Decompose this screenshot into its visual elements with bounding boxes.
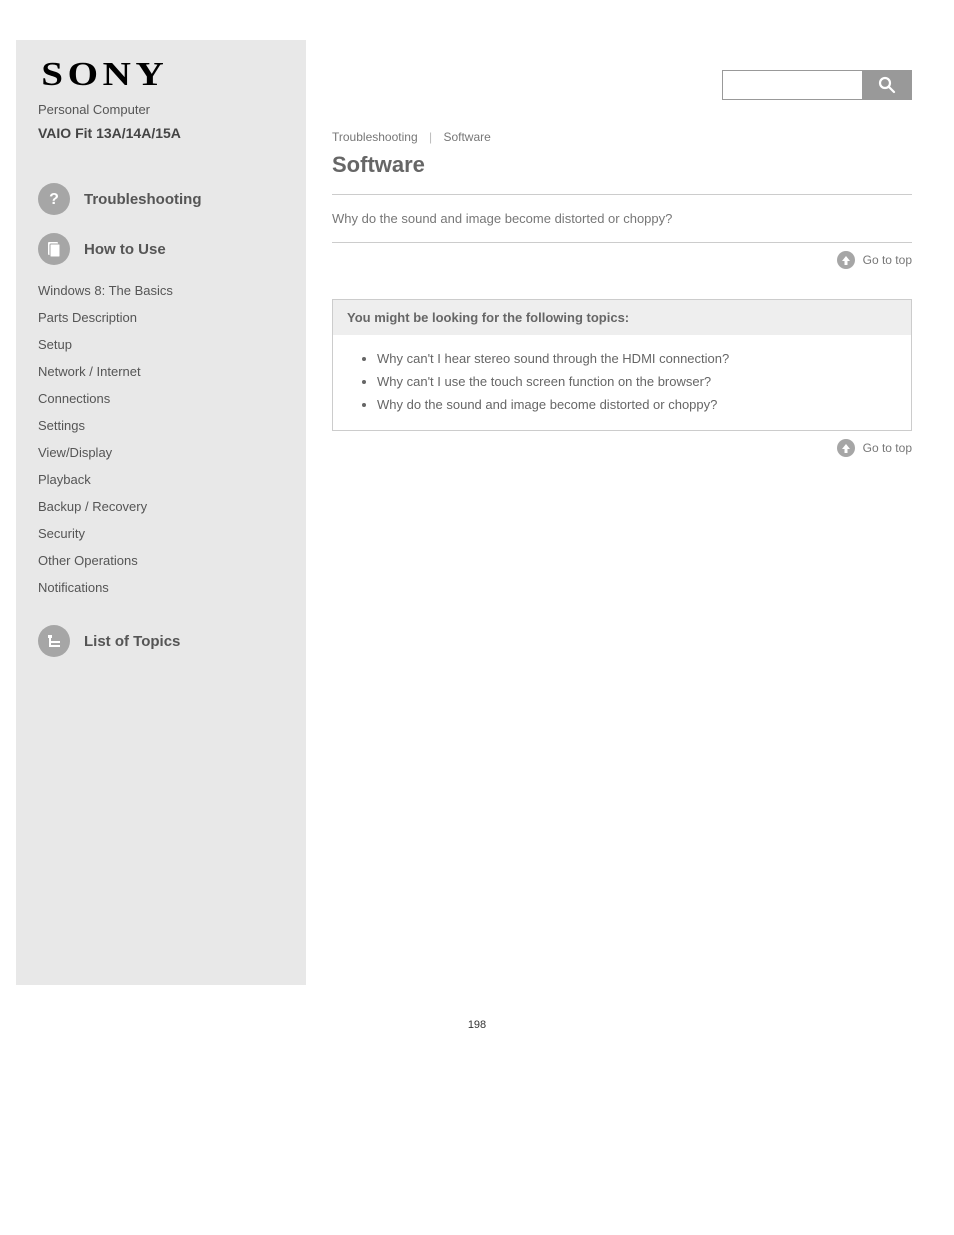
section-how-to-use[interactable]: How to Use [16, 227, 306, 271]
sidebar: SONY Personal Computer VAIO Fit 13A/14A/… [16, 40, 306, 985]
related-item[interactable]: Why can't I hear stereo sound through th… [377, 347, 883, 370]
page-number: 198 [0, 985, 954, 1049]
nav-item-setup[interactable]: Setup [16, 331, 306, 358]
nav-item-windows8[interactable]: Windows 8: The Basics [16, 277, 306, 304]
search-box [722, 70, 912, 100]
brand-logo: SONY [16, 56, 350, 100]
main-content: Troubleshooting | Software Software Why … [306, 40, 938, 985]
go-to-top[interactable]: Go to top [332, 431, 912, 457]
breadcrumb-left[interactable]: Troubleshooting [332, 130, 418, 144]
related-heading: You might be looking for the following t… [333, 300, 911, 335]
nav-item-backup[interactable]: Backup / Recovery [16, 493, 306, 520]
topbar [332, 40, 912, 130]
nav-item-notifications[interactable]: Notifications [16, 574, 306, 601]
nav-item-settings[interactable]: Settings [16, 412, 306, 439]
search-button[interactable] [862, 70, 912, 100]
section-title: List of Topics [84, 633, 180, 650]
nav-item-connections[interactable]: Connections [16, 385, 306, 412]
svg-text:?: ? [49, 191, 59, 208]
search-input[interactable] [722, 70, 862, 100]
breadcrumb: Troubleshooting | Software [332, 130, 912, 144]
book-icon [38, 233, 70, 265]
section-troubleshooting[interactable]: ? Troubleshooting [16, 177, 306, 221]
nav-list-howto: Windows 8: The Basics Parts Description … [16, 277, 306, 601]
section-title: Troubleshooting [84, 191, 202, 208]
nav-item-network[interactable]: Network / Internet [16, 358, 306, 385]
search-icon [877, 75, 897, 95]
product-name: Personal Computer [16, 100, 306, 125]
nav-item-other[interactable]: Other Operations [16, 547, 306, 574]
go-to-top[interactable]: Go to top [332, 243, 912, 269]
related-body: Why can't I hear stereo sound through th… [333, 335, 911, 430]
nav-item-view[interactable]: View/Display [16, 439, 306, 466]
arrow-up-icon [837, 439, 855, 457]
product-model: VAIO Fit 13A/14A/15A [16, 125, 306, 177]
go-to-top-label: Go to top [863, 441, 912, 455]
breadcrumb-right[interactable]: Software [443, 130, 490, 144]
related-topics: You might be looking for the following t… [332, 299, 912, 431]
topic-link-row[interactable]: Why do the sound and image become distor… [332, 195, 912, 242]
nav-item-playback[interactable]: Playback [16, 466, 306, 493]
section-list-of-topics[interactable]: List of Topics [16, 619, 306, 663]
page-title: Software [332, 152, 912, 178]
nav-item-parts[interactable]: Parts Description [16, 304, 306, 331]
section-title: How to Use [84, 241, 166, 258]
tree-icon [38, 625, 70, 657]
topic-link-text: Why do the sound and image become distor… [332, 211, 672, 226]
arrow-up-icon [837, 251, 855, 269]
related-item[interactable]: Why can't I use the touch screen functio… [377, 370, 883, 393]
nav-item-security[interactable]: Security [16, 520, 306, 547]
breadcrumb-sep: | [429, 130, 432, 144]
related-item[interactable]: Why do the sound and image become distor… [377, 393, 883, 416]
go-to-top-label: Go to top [863, 253, 912, 267]
question-icon: ? [38, 183, 70, 215]
